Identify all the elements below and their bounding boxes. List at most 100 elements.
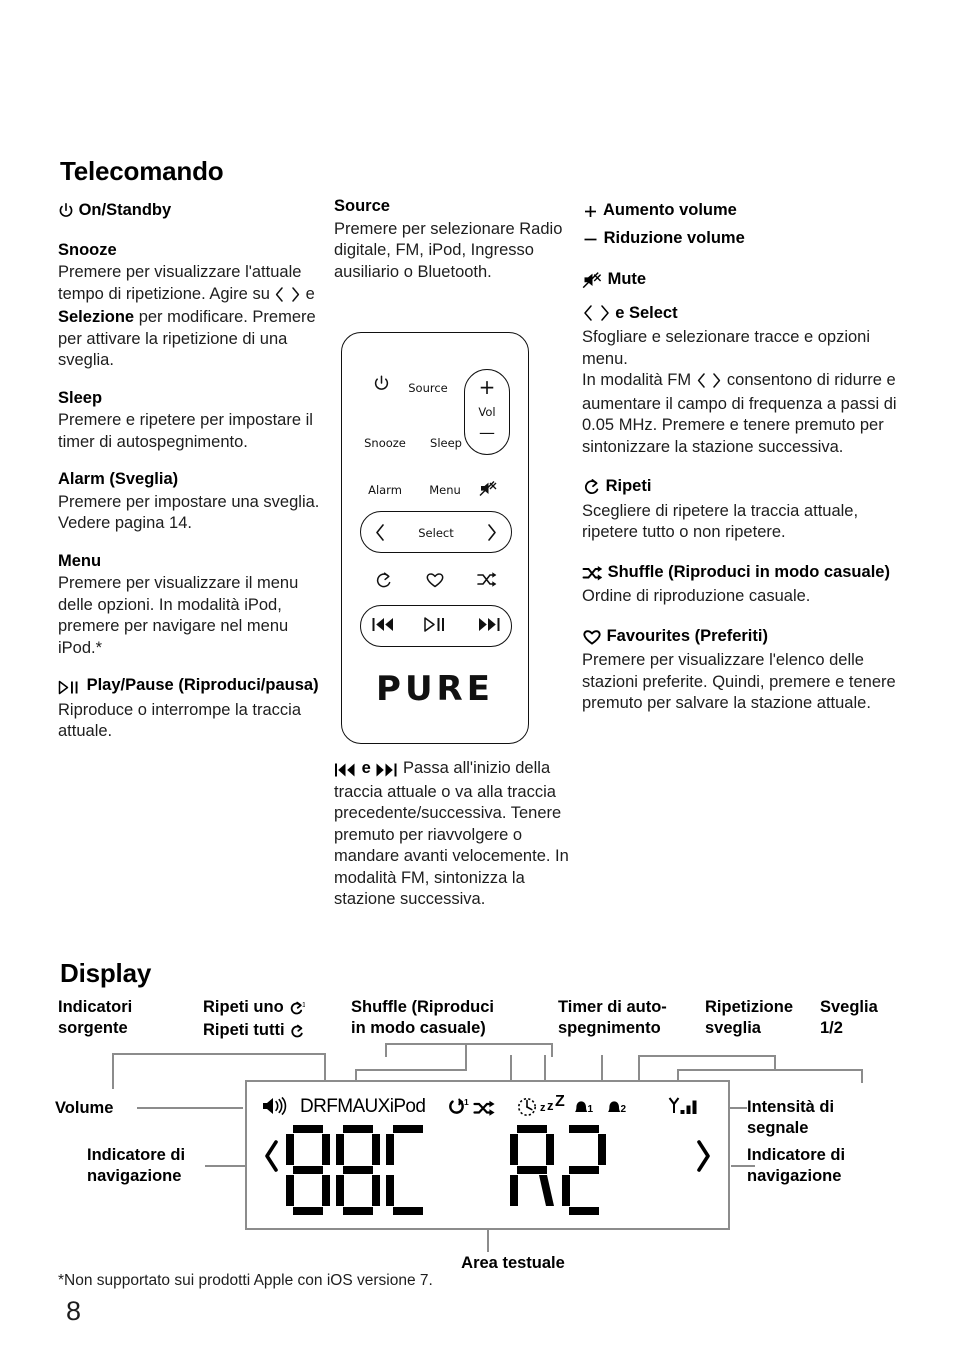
label-volume: Volume	[55, 1099, 114, 1117]
next-track-icon	[477, 618, 502, 636]
remote-volume-label: Vol	[478, 405, 496, 419]
label-nav-right: Indicatore di navigazione	[747, 1146, 846, 1185]
remote-volume-down-key: —	[479, 423, 495, 442]
entry-body: Ordine di riproduzione casuale.	[582, 587, 811, 605]
entry-heading: Sleep	[58, 388, 103, 407]
power-icon	[373, 375, 390, 396]
leader-line	[385, 1043, 553, 1045]
entry-heading-text: Shuffle (Riproduci in modo casuale)	[607, 562, 890, 581]
conjunction-e: e	[361, 759, 371, 777]
shuffle-icon	[473, 1100, 497, 1122]
signal-strength-icon	[667, 1096, 701, 1122]
label-text-area: Area testuale	[461, 1254, 565, 1272]
repeat-icon	[374, 572, 393, 593]
manual-page: Telecomando On/Standby Snooze Premere pe…	[0, 0, 954, 1354]
entry-body: Premere e ripetere per impostare il time…	[58, 411, 313, 451]
entry-body-text: Passa all'inizio della traccia attuale o…	[334, 759, 569, 908]
entry-heading-text: Ripeti	[605, 477, 652, 495]
remote-shuffle-key	[474, 571, 498, 592]
entry-heading: Aumento volume	[582, 200, 904, 224]
sleep-z-small: z	[540, 1102, 546, 1114]
leader-line	[385, 1043, 387, 1057]
shuffle-icon	[476, 572, 497, 592]
label-snooze: Ripetizione sveglia	[705, 998, 794, 1037]
entry-heading: On/Standby	[58, 200, 336, 224]
remote-prev-key	[368, 616, 398, 636]
leader-line	[551, 1043, 553, 1057]
entry-shuffle: Shuffle (Riproduci in modo casuale) Ordi…	[582, 562, 904, 608]
remote-mute-key	[474, 480, 502, 500]
remote-repeat-key	[372, 571, 394, 593]
entry-favourites: Favourites (Preferiti) Premere per visua…	[582, 626, 904, 715]
leader-line	[112, 1053, 326, 1055]
mute-icon	[582, 271, 603, 293]
entry-heading-text: e Select	[615, 303, 678, 322]
nav-right-icon	[694, 1139, 712, 1181]
entry-heading-text: On/Standby	[78, 201, 172, 219]
footnote: *Non supportato sui prodotti Apple con i…	[58, 1272, 433, 1289]
leader-line	[487, 1230, 489, 1252]
leader-line	[677, 1069, 863, 1071]
label-shuffle: Shuffle (Riproduci in modo casuale)	[351, 998, 494, 1037]
repeat-one-icon: 1	[288, 999, 306, 1020]
mute-icon	[479, 481, 498, 500]
entry-heading: Source	[334, 197, 390, 215]
prev-track-icon	[371, 618, 396, 636]
left-chevron-icon	[696, 372, 707, 394]
entry-select: e Select Sfogliare e selezionare tracce …	[582, 303, 904, 459]
entry-heading: Mute	[582, 269, 904, 293]
entry-heading: Play/Pause (Riproduci/pausa)	[58, 675, 336, 699]
entry-body: Premere per visualizzare il menu delle o…	[58, 574, 299, 657]
left-chevron-icon	[582, 304, 594, 327]
entry-heading: Favourites (Preferiti)	[582, 626, 904, 650]
entry-heading: e Select	[582, 303, 904, 327]
entry-body: e Passa all'inizio della traccia attuale…	[334, 758, 582, 911]
bell-2-icon: 2	[605, 1099, 629, 1122]
entry-body: Sfogliare e selezionare tracce e opzioni…	[582, 328, 897, 456]
leader-line	[205, 1165, 245, 1167]
remote-alarm-key: Alarm	[368, 483, 402, 497]
entry-heading: Riduzione volume	[582, 228, 904, 252]
entry-heading: Ripeti	[582, 476, 904, 500]
column-middle: Source Premere per selezionare Radio dig…	[334, 196, 574, 283]
entry-on-standby: On/Standby	[58, 200, 336, 224]
leader-line	[731, 1165, 755, 1167]
entry-body: Premere per visualizzare l'attuale tempo…	[58, 263, 316, 369]
remote-sleep-key: Sleep	[430, 436, 462, 450]
heart-icon	[425, 573, 445, 592]
entry-volume-down: Riduzione volume	[582, 228, 904, 252]
remote-source-key: Source	[408, 381, 448, 395]
page-number: 8	[66, 1296, 82, 1326]
entry-heading-text: Favourites (Preferiti)	[606, 626, 768, 645]
svg-text:1: 1	[302, 1002, 305, 1009]
entry-sleep: Sleep Premere e ripetere per impostare i…	[58, 388, 336, 454]
entry-heading-text: Mute	[607, 270, 647, 288]
entry-body: Scegliere di ripetere la traccia attuale…	[582, 501, 859, 542]
entry-body: Premere per selezionare Radio digitale, …	[334, 219, 563, 281]
remote-select-key: Select	[418, 526, 454, 540]
svg-text:2: 2	[621, 1104, 627, 1115]
entry-prev-next: e Passa all'inizio della traccia attuale…	[334, 758, 582, 911]
entry-body: Riproduce o interrompe la traccia attual…	[58, 700, 302, 741]
plus-icon	[582, 202, 599, 224]
heart-icon	[582, 628, 602, 650]
label-repeat: Ripeti uno 1 Ripeti tutti	[203, 997, 353, 1043]
speaker-icon	[262, 1096, 290, 1121]
remote-left-key	[370, 523, 390, 547]
column-right: Aumento volume Riduzione volume Mute e S…	[582, 200, 904, 715]
remote-right-key	[482, 523, 502, 545]
entry-heading: Shuffle (Riproduci in modo casuale)	[582, 562, 904, 586]
entry-mute: Mute	[582, 269, 904, 293]
shuffle-icon	[582, 564, 603, 586]
remote-play-pause-key	[418, 616, 454, 636]
entry-alarm: Alarm (Sveglia) Premere per impostare un…	[58, 469, 336, 535]
svg-text:1: 1	[588, 1104, 594, 1115]
prev-track-icon	[334, 760, 357, 782]
label-alarm: Sveglia 1/2	[820, 998, 878, 1037]
leader-line	[638, 1055, 776, 1057]
entry-play-pause: Play/Pause (Riproduci/pausa) Riproduce o…	[58, 675, 336, 743]
bell-1-icon: 1	[572, 1099, 596, 1122]
entry-repeat: Ripeti Scegliere di ripetere la traccia …	[582, 476, 904, 544]
leader-line	[774, 1055, 776, 1069]
remote-power-key	[366, 375, 396, 396]
